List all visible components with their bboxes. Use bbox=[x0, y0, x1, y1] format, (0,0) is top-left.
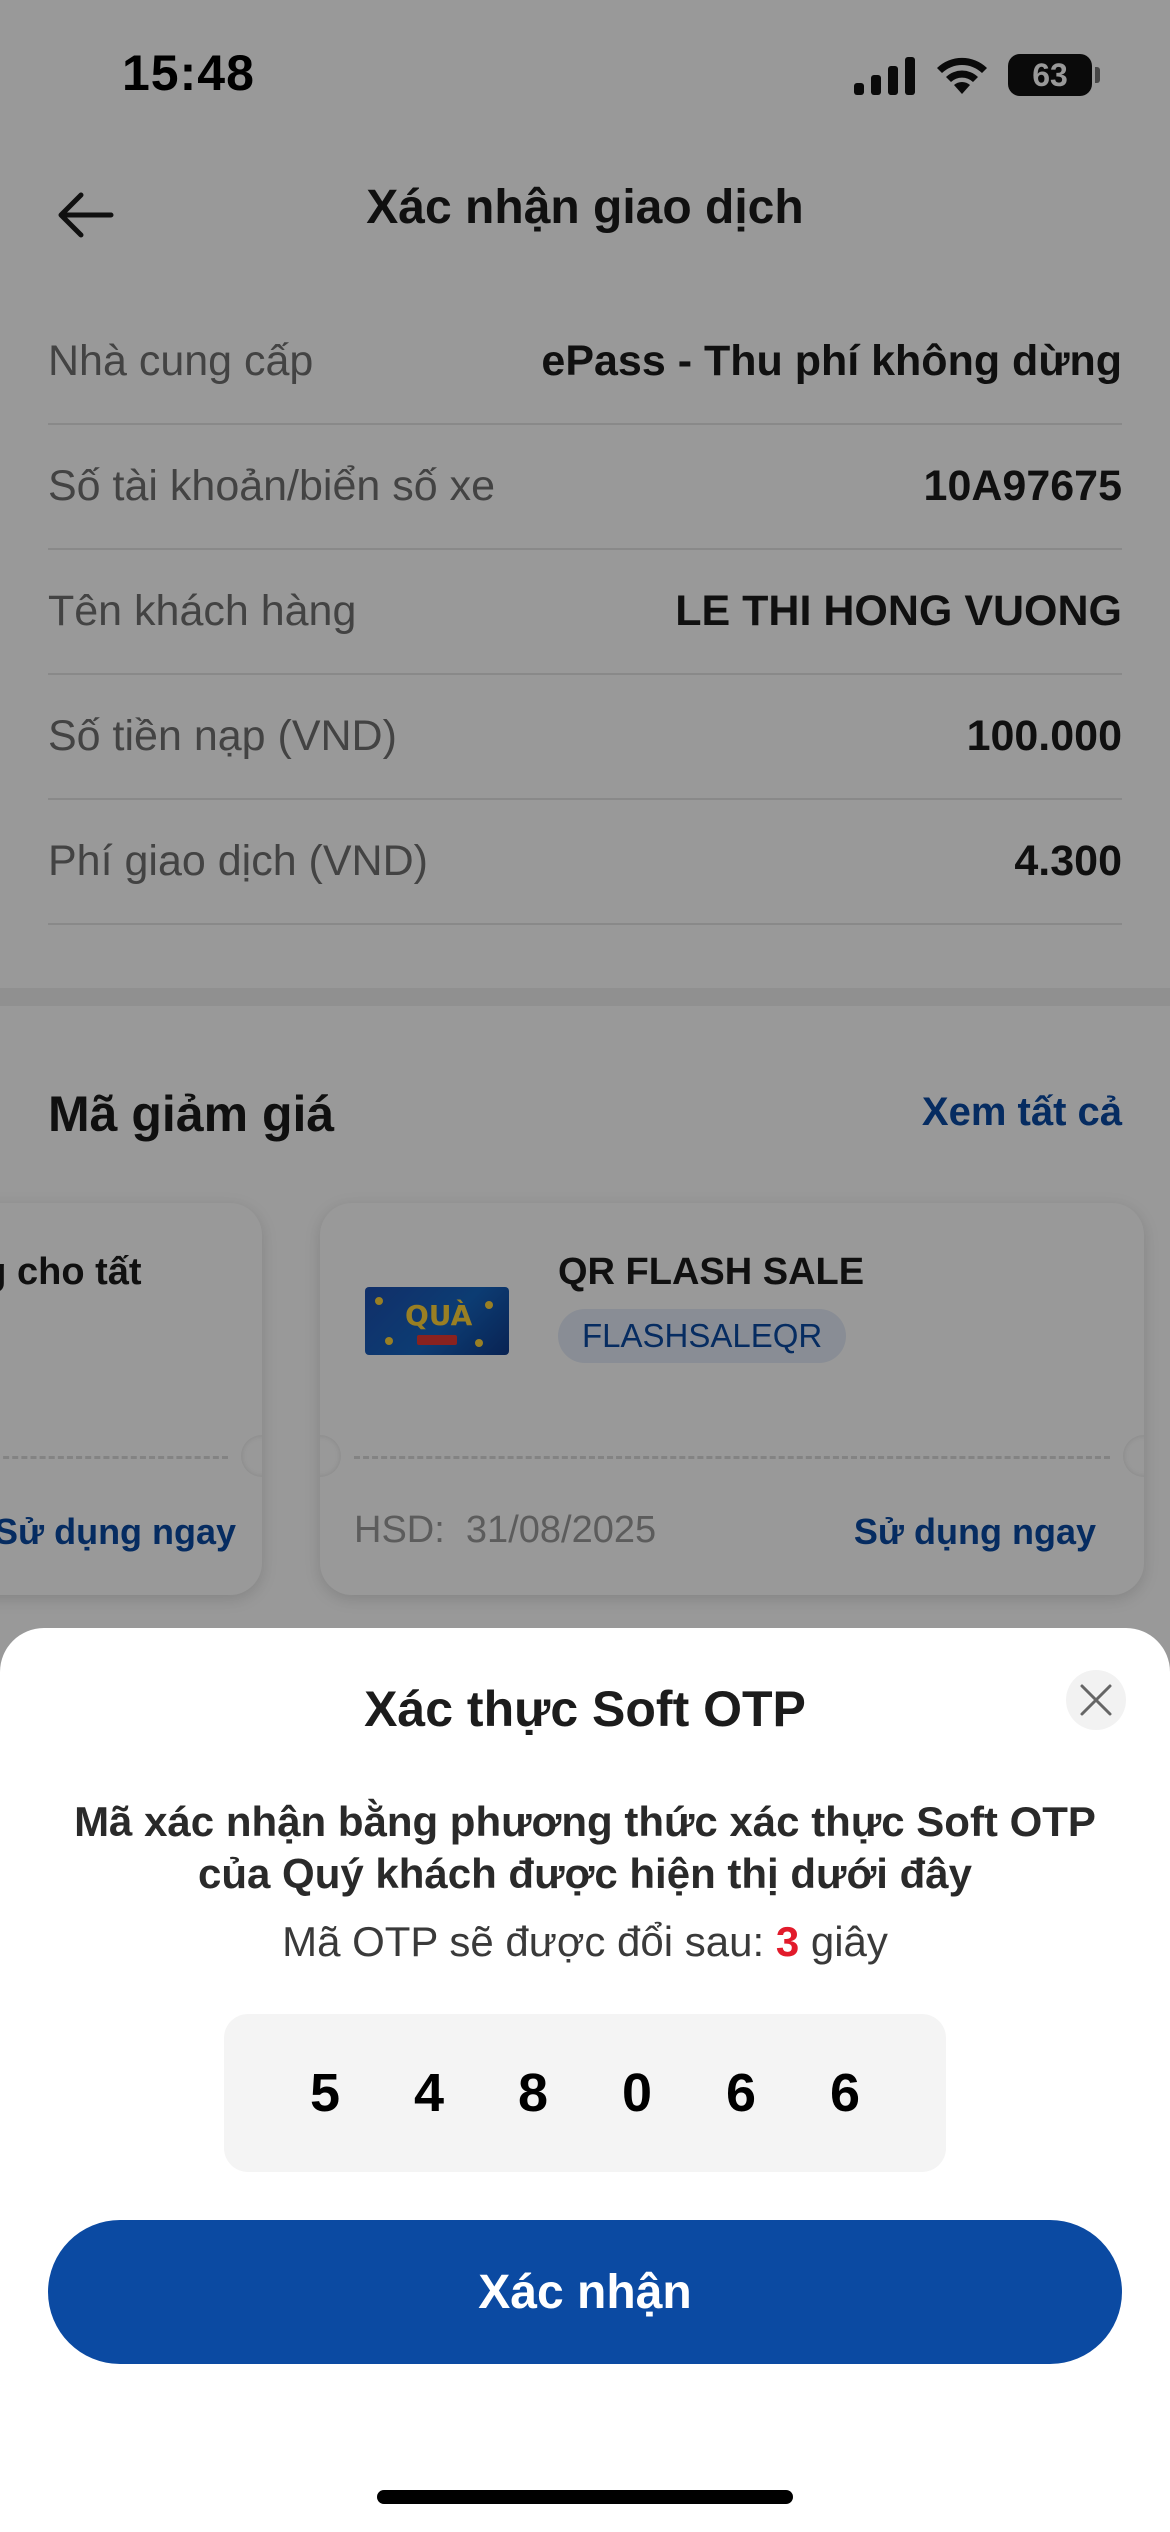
otp-digit: 4 bbox=[413, 2063, 445, 2123]
otp-bottom-sheet: Xác thực Soft OTP Mã xác nhận bằng phươn… bbox=[0, 1628, 1170, 2532]
timer-suffix: giây bbox=[810, 1918, 888, 1965]
transaction-confirm-screen: 15:48 63 Xác nhận giao dịch Nhà cung cấp… bbox=[0, 0, 1170, 2532]
otp-timer: Mã OTP sẽ được đổi sau: 3 giây bbox=[0, 1918, 1170, 1966]
close-icon bbox=[1080, 1684, 1112, 1716]
close-button[interactable] bbox=[1066, 1670, 1126, 1730]
otp-digit: 0 bbox=[621, 2063, 653, 2123]
timer-seconds: 3 bbox=[775, 1918, 800, 1965]
home-indicator bbox=[377, 2490, 793, 2504]
confirm-button[interactable]: Xác nhận bbox=[48, 2220, 1122, 2364]
otp-digit: 8 bbox=[517, 2063, 549, 2123]
timer-prefix: Mã OTP sẽ được đổi sau: bbox=[282, 1918, 765, 1965]
otp-digit: 6 bbox=[829, 2063, 861, 2123]
otp-digit: 6 bbox=[725, 2063, 757, 2123]
otp-description: Mã xác nhận bằng phương thức xác thực So… bbox=[74, 1798, 1096, 1897]
otp-code-box: 5 4 8 0 6 6 bbox=[224, 2014, 946, 2172]
otp-digit: 5 bbox=[309, 2063, 341, 2123]
sheet-title: Xác thực Soft OTP bbox=[364, 1681, 806, 1737]
